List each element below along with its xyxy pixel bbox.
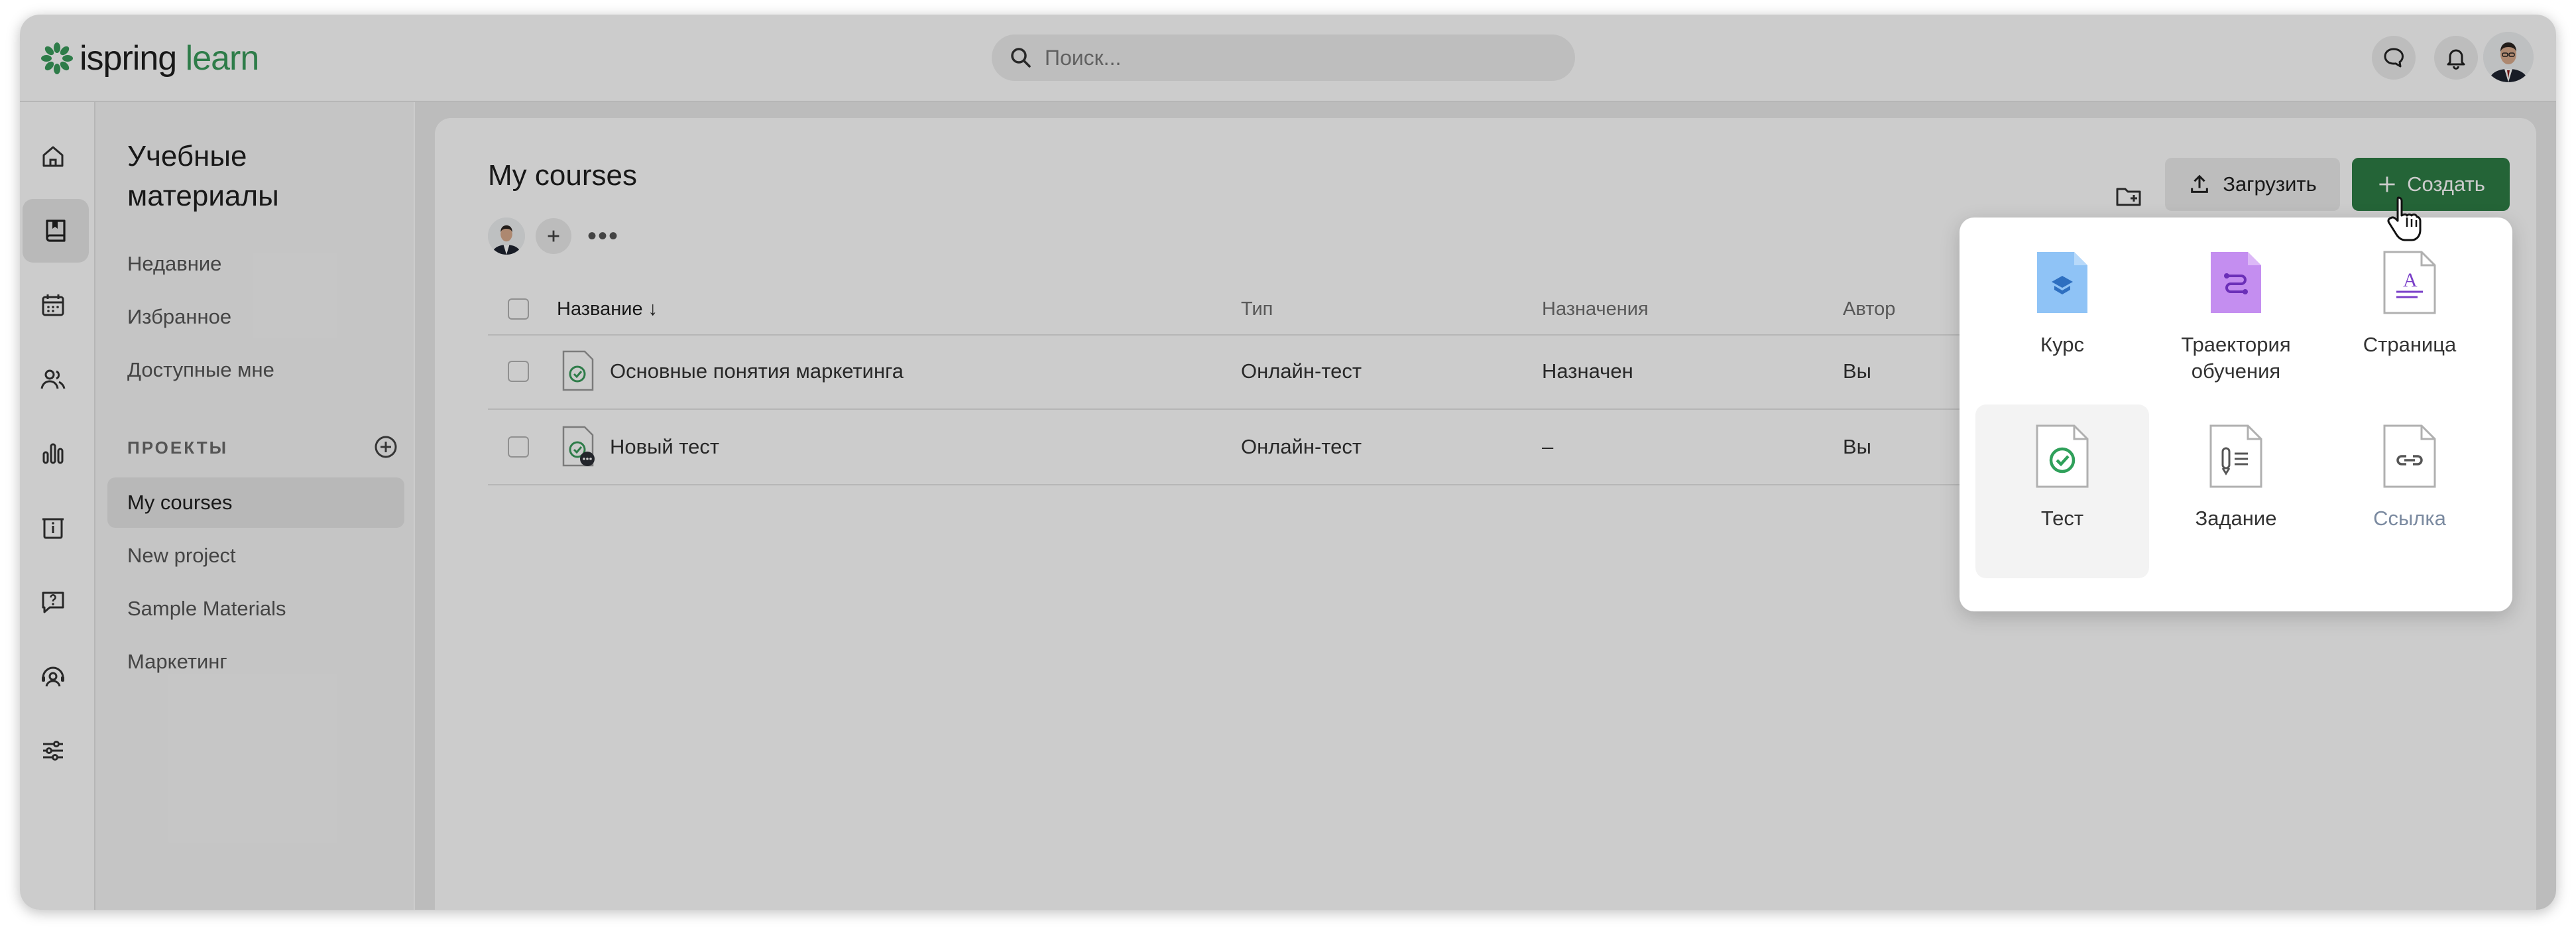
assignment-icon — [2209, 424, 2262, 488]
svg-text:A: A — [2403, 269, 2418, 291]
learning-path-icon — [2211, 252, 2261, 313]
create-menu-item-assignment[interactable]: Задание — [2149, 405, 2323, 578]
menu-item-label: Тест — [2040, 507, 2084, 530]
page-icon: A — [2383, 251, 2436, 314]
test-icon — [2036, 424, 2089, 488]
app-window: ispring learn Поиск... Учебные материалы… — [20, 15, 2556, 910]
menu-item-label: Траектория обучения — [2181, 333, 2291, 383]
create-menu-item-link[interactable]: Ссылка — [2323, 405, 2496, 578]
menu-item-label: Страница — [2363, 333, 2457, 356]
link-icon — [2383, 424, 2436, 488]
menu-item-label: Задание — [2195, 507, 2277, 530]
create-menu-item-learning-path[interactable]: Траектория обучения — [2149, 231, 2323, 405]
course-icon — [2037, 252, 2087, 313]
create-menu: Курс Траектория обучения A Страница Тест… — [1960, 218, 2512, 611]
menu-item-label: Курс — [2040, 333, 2084, 356]
hand-cursor-icon — [2387, 196, 2422, 241]
create-menu-item-test[interactable]: Тест — [1975, 405, 2149, 578]
create-menu-item-course[interactable]: Курс — [1975, 231, 2149, 405]
create-menu-item-page[interactable]: A Страница — [2323, 231, 2496, 405]
menu-item-label: Ссылка — [2373, 507, 2446, 530]
